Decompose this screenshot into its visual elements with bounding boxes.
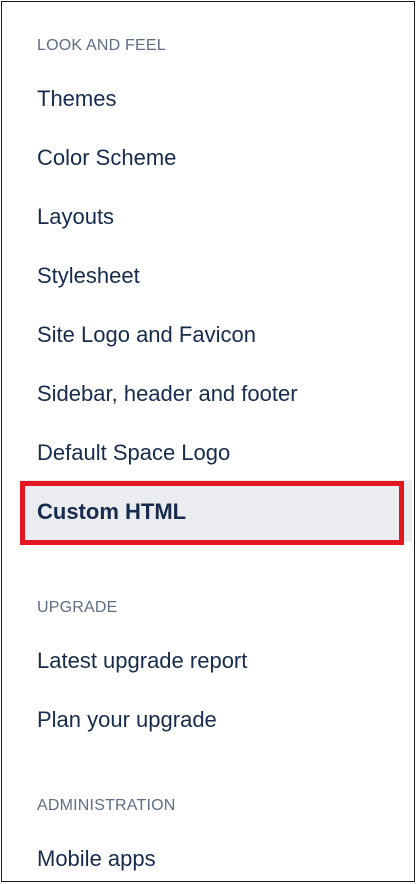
section-heading-upgrade: UPGRADE	[37, 599, 118, 616]
nav-item-mobile-apps[interactable]: Mobile apps	[37, 846, 156, 872]
nav-item-sidebar-header-footer[interactable]: Sidebar, header and footer	[37, 381, 298, 407]
highlight-box	[20, 481, 404, 545]
section-heading-administration: ADMINISTRATION	[37, 797, 176, 814]
nav-item-color-scheme[interactable]: Color Scheme	[37, 145, 176, 171]
nav-item-plan-your-upgrade[interactable]: Plan your upgrade	[37, 707, 217, 733]
nav-item-default-space-logo[interactable]: Default Space Logo	[37, 440, 230, 466]
nav-item-layouts[interactable]: Layouts	[37, 204, 114, 230]
nav-item-latest-upgrade-report[interactable]: Latest upgrade report	[37, 648, 247, 674]
admin-sidebar-nav: LOOK AND FEEL Themes Color Scheme Layout…	[1, 1, 415, 882]
section-heading-look-and-feel: LOOK AND FEEL	[37, 37, 166, 54]
nav-item-site-logo-and-favicon[interactable]: Site Logo and Favicon	[37, 322, 256, 348]
nav-item-themes[interactable]: Themes	[37, 86, 116, 112]
nav-item-stylesheet[interactable]: Stylesheet	[37, 263, 140, 289]
